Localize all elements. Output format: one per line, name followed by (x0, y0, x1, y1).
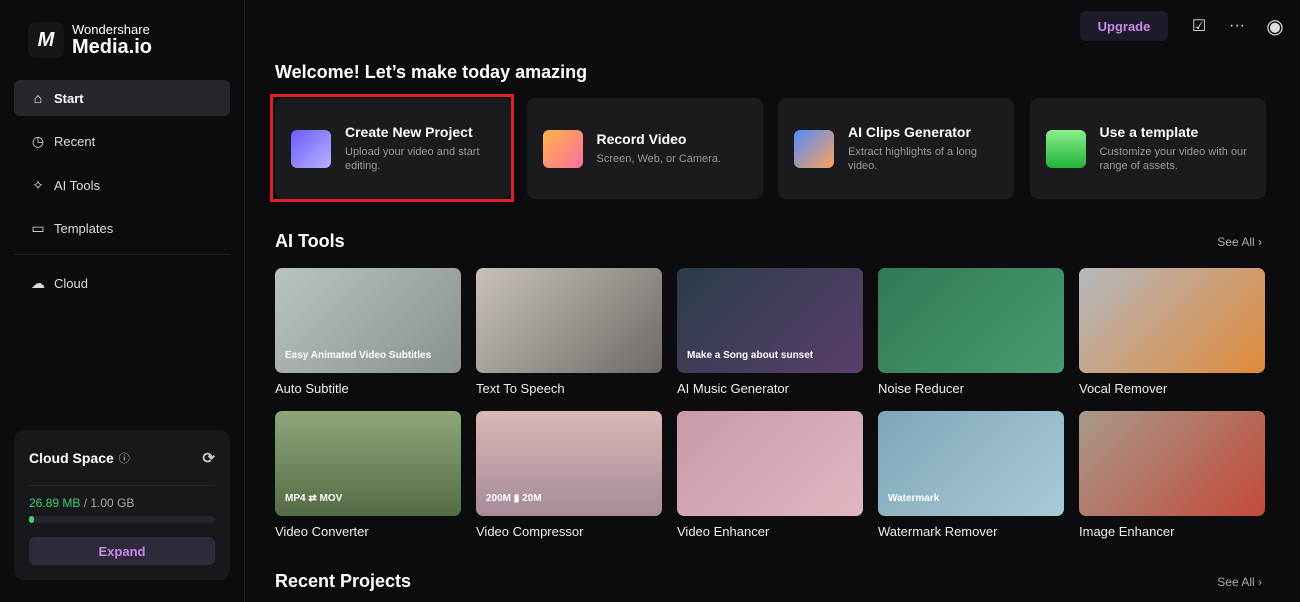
tool-thumbnail (476, 268, 662, 373)
sidebar-item-label: Templates (54, 221, 114, 236)
logo[interactable]: M Wondershare Media.io (28, 22, 152, 58)
sidebar-item-ai-tools[interactable]: ✧ AI Tools (14, 167, 230, 203)
cloud-space-panel: Cloud Space ⓘ ⟳ 26.89 MB / 1.00 GB Expan… (14, 430, 230, 580)
card-icon (1045, 129, 1086, 168)
card-title: Record Video (596, 131, 687, 147)
refresh-icon[interactable]: ⟳ (202, 449, 215, 467)
tool-label: Noise Reducer (878, 381, 964, 396)
cloud-space-title: Cloud Space (29, 449, 114, 466)
tool-label: Video Converter (275, 524, 369, 539)
tool-tile-auto-subtitle[interactable]: Easy Animated Video Subtitles Auto Subtit… (275, 268, 461, 396)
card-desc: Extract highlights of a long video. (848, 146, 978, 172)
storage-bar-fill (29, 516, 34, 523)
tool-tile-ai-music-generator[interactable]: Make a Song about sunset AI Music Generat… (677, 268, 863, 396)
card-title: Use a template (1099, 124, 1199, 140)
tool-label: Video Enhancer (677, 524, 770, 539)
tool-label: Auto Subtitle (275, 381, 349, 396)
layout-icon: ▭ (31, 220, 45, 236)
tool-thumbnail (1079, 268, 1265, 373)
tool-tile-noise-reducer[interactable]: Noise Reducer (878, 268, 1064, 396)
brand-line1: Wondershare (72, 22, 150, 37)
card-desc: Screen, Web, or Camera. (596, 153, 722, 165)
tool-tile-watermark-remover[interactable]: Watermark Watermark Remover (878, 411, 1064, 539)
sidebar-item-recent[interactable]: ◷ Recent (14, 124, 230, 160)
tool-label: Text To Speech (476, 381, 565, 396)
thumbnail-overlay-text: Watermark (888, 493, 940, 504)
tool-thumbnail: Make a Song about sunset (677, 268, 863, 373)
welcome-heading: Welcome! Let’s make today amazing (275, 62, 588, 82)
sidebar-item-label: Start (54, 90, 84, 106)
tool-tile-vocal-remover[interactable]: Vocal Remover (1079, 268, 1265, 396)
upgrade-button[interactable]: Upgrade (1080, 11, 1168, 41)
tool-tile-text-to-speech[interactable]: Text To Speech (476, 268, 662, 396)
thumbnail-overlay-text: MP4 ⇄ MOV (285, 493, 343, 504)
info-icon[interactable]: ⓘ (119, 450, 130, 466)
tool-thumbnail (1079, 411, 1265, 516)
sidebar-item-start[interactable]: ⌂ Start (14, 80, 230, 116)
tool-thumbnail: Easy Animated Video Subtitles (275, 268, 461, 373)
tool-label: AI Music Generator (677, 381, 789, 396)
tool-label: Video Compressor (476, 524, 584, 539)
tool-tile-image-enhancer[interactable]: Image Enhancer (1079, 411, 1265, 539)
quick-card-record-video[interactable]: Record Video Screen, Web, or Camera. (526, 98, 763, 199)
highlight-box (270, 94, 514, 202)
divider (14, 254, 230, 255)
tool-label: Image Enhancer (1079, 524, 1175, 539)
sidebar-item-cloud[interactable]: ☁ Cloud (14, 265, 230, 301)
task-list-icon[interactable]: ☑ (1190, 16, 1208, 36)
tool-thumbnail: MP4 ⇄ MOV (275, 411, 461, 516)
thumbnail-overlay-text: 200M ▮ 20M (486, 493, 542, 504)
sparkle-icon: ✧ (32, 176, 44, 193)
quick-card-use-a-template[interactable]: Use a template Customize your video with … (1029, 98, 1266, 199)
logo-mark: M (28, 22, 64, 58)
quick-card-ai-clips-generator[interactable]: AI Clips Generator Extract highlights of … (778, 98, 1014, 199)
recent-see-all[interactable]: See All › (1217, 575, 1262, 589)
sidebar-item-label: Recent (54, 134, 96, 149)
tool-thumbnail: Watermark (878, 411, 1064, 516)
sidebar-nav: ⌂ Start ◷ Recent ✧ AI Tools ▭ Templates ☁ Cloud (14, 80, 230, 309)
topbar: Upgrade ☑ ··· ◉ (1080, 11, 1284, 41)
home-icon: ⌂ (33, 90, 43, 106)
expand-button[interactable]: Expand (29, 537, 215, 565)
account-icon[interactable]: ◉ (1266, 14, 1284, 39)
tool-tile-video-enhancer[interactable]: Video Enhancer (677, 411, 863, 539)
card-icon (542, 129, 583, 168)
sidebar: M Wondershare Media.io ⌂ Start ◷ Recent ✧ AI … (0, 0, 245, 602)
thumbnail-overlay-text: Easy Animated Video Subtitles (285, 350, 432, 361)
tool-thumbnail (677, 411, 863, 516)
sidebar-item-label: Cloud (54, 275, 88, 291)
card-title: AI Clips Generator (848, 124, 971, 140)
card-desc: Customize your video with our range of a… (1099, 146, 1247, 172)
total-storage: / 1.00 GB (80, 496, 135, 510)
thumbnail-overlay-text: Make a Song about sunset (687, 350, 814, 361)
more-icon[interactable]: ··· (1228, 17, 1246, 35)
ai-tools-heading: AI Tools (275, 231, 345, 251)
tool-thumbnail: 200M ▮ 20M (476, 411, 662, 516)
card-icon (794, 129, 834, 168)
tool-label: Vocal Remover (1079, 381, 1168, 396)
sidebar-item-templates[interactable]: ▭ Templates (14, 211, 230, 247)
used-storage: 26.89 MB (29, 496, 81, 510)
sidebar-item-label: AI Tools (54, 177, 101, 193)
clock-icon: ◷ (31, 133, 45, 149)
tool-tile-video-compressor[interactable]: 200M ▮ 20M Video Compressor (476, 411, 662, 539)
storage-bar (29, 516, 215, 523)
tool-tile-video-converter[interactable]: MP4 ⇄ MOV Video Converter (275, 411, 461, 539)
ai-tools-see-all[interactable]: See All › (1217, 235, 1262, 249)
recent-projects-heading: Recent Projects (275, 571, 412, 591)
tool-label: Watermark Remover (878, 524, 998, 539)
cloud-icon: ☁ (31, 274, 45, 291)
tool-thumbnail (878, 268, 1064, 373)
brand-line2: Media.io (72, 36, 153, 58)
